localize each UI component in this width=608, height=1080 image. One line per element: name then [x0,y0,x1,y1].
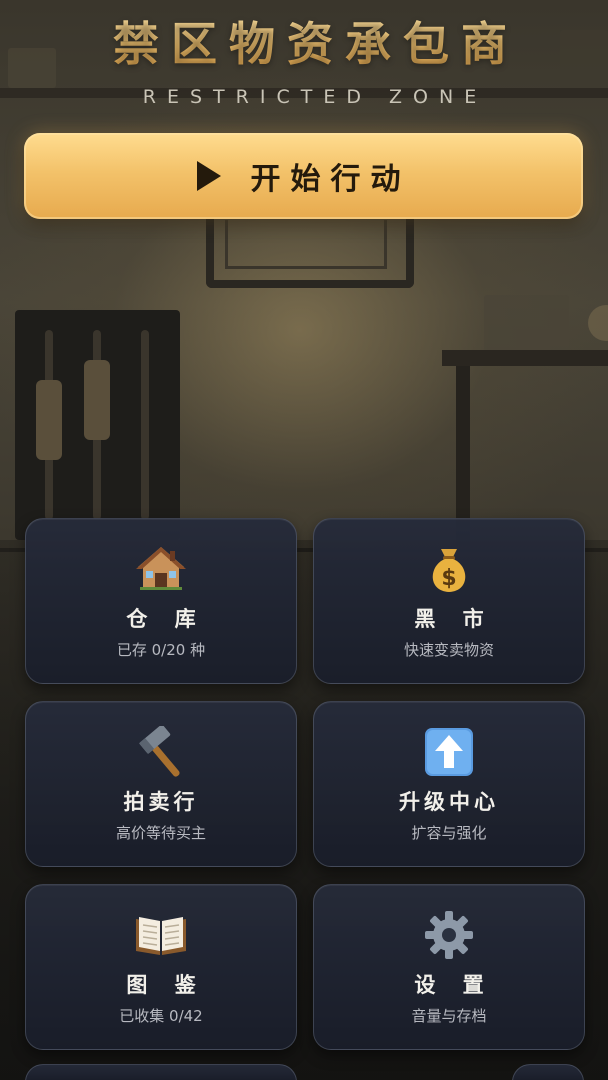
menu-card-subtitle: 音量与存档 [411,1007,487,1025]
menu-card-upgrade[interactable]: 升级中心 扩容与强化 [313,701,585,867]
book-icon [26,909,296,969]
menu-card-subtitle: 高价等待买主 [115,824,206,842]
gear-icon [314,909,584,973]
menu-card-label: 升级中心 [399,790,499,814]
bg-frame-inner [225,220,387,269]
house-icon [26,543,296,605]
game-title: 禁区物资承包商 [0,8,608,74]
game-subtitle: RESTRICTED ZONE [142,86,488,108]
menu-card-black-market[interactable]: $ 黑 市 快速变卖物资 [313,518,585,684]
menu-card-subtitle: 扩容与强化 [411,824,487,842]
menu-card-warehouse[interactable]: 仓 库 已存 0/20 种 [25,518,297,684]
menu-card-subtitle: 已收集 0/42 [119,1007,203,1025]
hammer-icon [26,726,296,790]
menu-card-partial[interactable] [25,1064,297,1080]
svg-text:$: $ [441,566,456,591]
menu-card-label: 拍卖行 [123,790,199,814]
main-menu-screen: 禁区物资承包商 RESTRICTED ZONE 开始行动 仓 库 已存 0/20… [0,0,608,1080]
bg-crate [484,295,569,351]
menu-card-subtitle: 已存 0/20 种 [116,641,206,659]
menu-card-settings[interactable]: 设 置 音量与存档 [313,884,585,1050]
menu-card-label: 黑 市 [414,607,494,631]
menu-card-label: 设 置 [414,973,494,997]
play-icon [196,161,221,191]
up-arrow-icon [314,726,584,790]
bg-round-object [588,305,608,341]
money-bag-icon: $ [314,543,584,607]
start-action-button[interactable]: 开始行动 [24,133,583,219]
menu-card-auction[interactable]: 拍卖行 高价等待买主 [25,701,297,867]
bg-weapon-rack [15,310,180,540]
menu-card-label: 图 鉴 [126,973,206,997]
bg-table [442,350,608,366]
start-action-label: 开始行动 [250,162,411,197]
menu-card-label: 仓 库 [126,607,206,631]
menu-card-subtitle: 快速变卖物资 [403,641,494,659]
menu-card-codex[interactable]: 图 鉴 已收集 0/42 [25,884,297,1050]
menu-card-partial[interactable] [512,1064,584,1080]
